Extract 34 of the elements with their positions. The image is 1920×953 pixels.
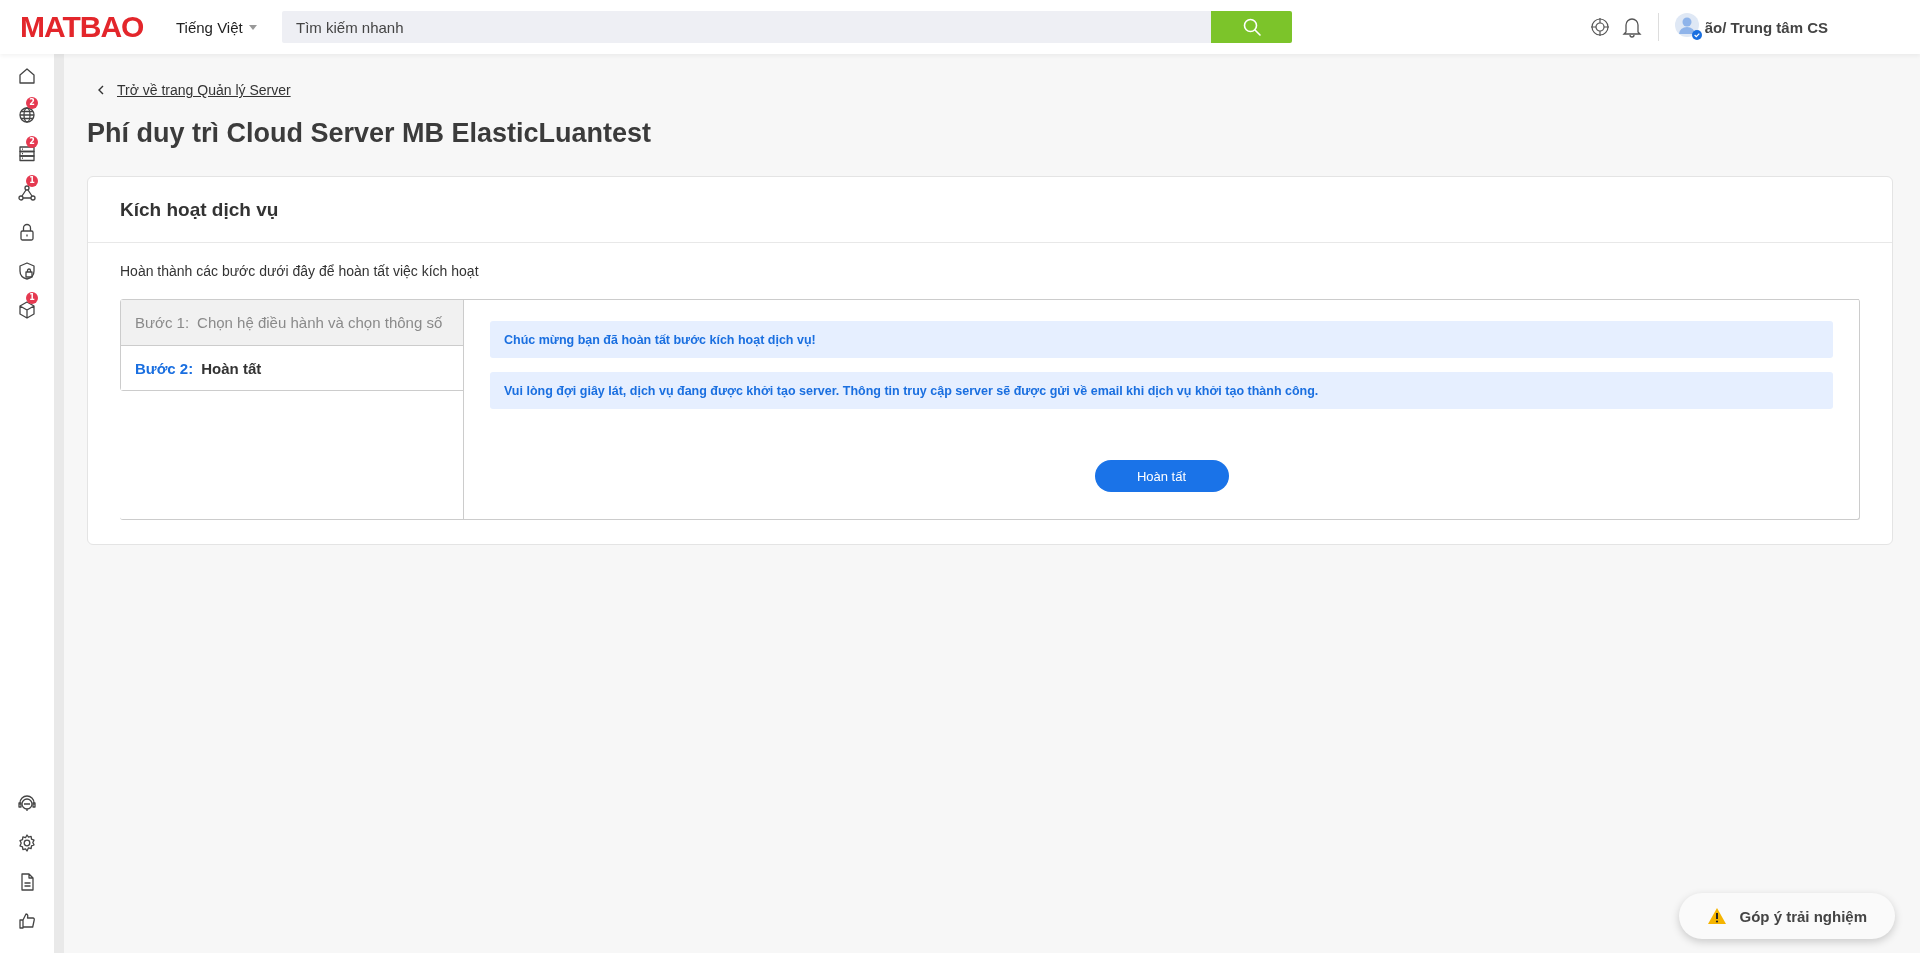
count-badge: 2 — [26, 136, 38, 148]
count-badge: 1 — [26, 292, 38, 304]
server-icon[interactable] — [17, 144, 37, 164]
user-name[interactable]: ão/ Trung tâm CS — [1704, 18, 1828, 36]
bell-icon[interactable] — [1621, 16, 1642, 38]
thumbs-up-icon[interactable] — [17, 911, 37, 931]
info-message: Chúc mừng bạn đã hoàn tất bước kích hoạt dịch vụ! — [490, 321, 1833, 358]
back-link[interactable]: Trở về trang Quản lý Server — [97, 82, 291, 98]
language-dropdown[interactable]: Tiếng Việt — [176, 18, 270, 36]
count-badge: 2 — [26, 97, 38, 109]
search-icon — [1241, 17, 1262, 37]
lock-icon[interactable] — [17, 222, 37, 242]
caret-icon — [248, 24, 257, 30]
info-message: Vui lòng đợi giây lát, dịch vụ đang được khởi tạo server. Thông tin truy cập server sẽ được gửi về email khi dịch vụ khởi tạo thành công. — [490, 372, 1833, 409]
target-icon[interactable] — [1589, 17, 1610, 37]
description-text: Hoàn thành các bước dưới đây để hoàn tất việc kích hoạt — [120, 263, 480, 279]
avatar-icon[interactable] — [1674, 13, 1703, 41]
globe-icon[interactable] — [17, 105, 37, 125]
shield-lock-icon[interactable] — [17, 261, 37, 281]
network-icon[interactable] — [17, 183, 37, 203]
logo[interactable]: MATBAO — [20, 10, 156, 44]
box-icon[interactable] — [17, 300, 37, 320]
page-title: Phí duy trì Cloud Server MB ElasticLuantest — [87, 118, 653, 149]
chevron-left-icon — [97, 85, 105, 95]
search-field[interactable]: Tìm kiếm nhanh — [282, 11, 1211, 43]
finish-button[interactable]: Hoàn tất — [1094, 460, 1229, 492]
step-tab[interactable]: Bước 2: Hoàn tất — [121, 345, 463, 390]
feedback-button[interactable]: Góp ý trải nghiệm — [1679, 893, 1895, 939]
home-icon[interactable] — [17, 66, 37, 86]
count-badge: 1 — [26, 175, 38, 187]
warning-icon — [1707, 907, 1728, 925]
card-title: Kích hoạt dịch vụ — [120, 198, 279, 221]
headset-icon[interactable] — [17, 794, 37, 814]
settings-icon[interactable] — [17, 833, 37, 853]
